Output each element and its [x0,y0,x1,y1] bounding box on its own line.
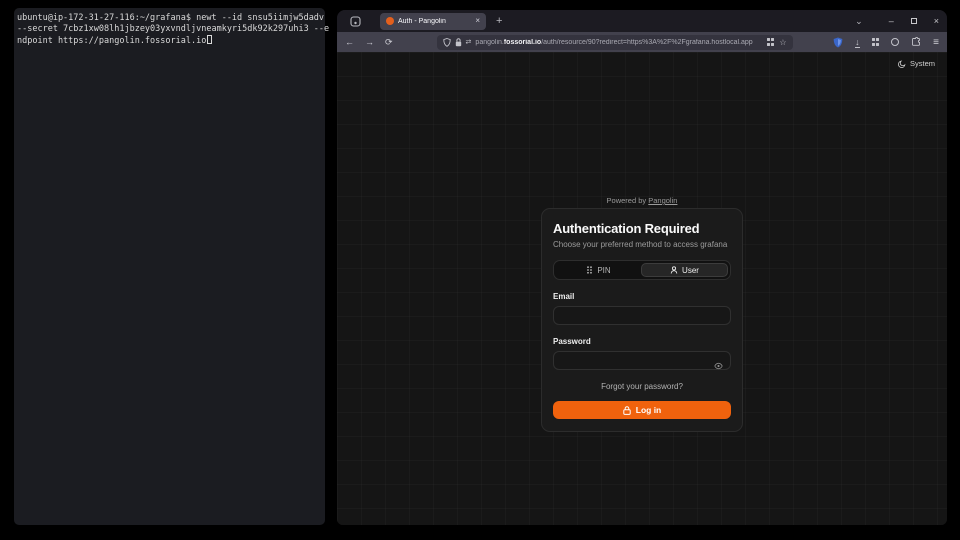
list-tabs-chevron-icon[interactable]: ⌄ [855,16,863,27]
theme-toggle[interactable]: System [898,59,935,68]
terminal-window[interactable]: ubuntu@ip-172-31-27-116:~/grafana$ newt … [14,8,325,525]
tab-user[interactable]: User [641,263,728,277]
terminal-line: ndpoint https://pangolin.fossorial.io [17,35,322,47]
show-password-eye-icon[interactable] [714,357,723,375]
close-window-button[interactable]: × [934,16,939,26]
password-input[interactable] [553,351,731,370]
address-bar[interactable]: ⇄ pangolin.fossorial.io/auth/resource/90… [437,35,793,50]
urlbar-end-icons: ☆ [767,38,787,47]
auth-method-tabs: PIN User [553,260,731,280]
window-controls: – × [889,16,939,26]
forward-button[interactable]: → [365,38,374,47]
tab-pin-label: PIN [597,266,610,275]
card-subtitle: Choose your preferred method to access g… [553,240,731,249]
terminal-line: ubuntu@ip-172-31-27-116:~/grafana$ newt … [17,13,322,24]
toolbar-right-icons: ↓ ≡ [833,37,939,48]
ublock-shield-icon[interactable] [833,37,843,48]
pangolin-link[interactable]: Pangolin [648,196,677,205]
tab-close-icon[interactable]: × [475,17,480,25]
url-text: pangolin.fossorial.io/auth/resource/90?r… [475,39,762,46]
tab-user-label: User [682,266,699,275]
login-button-label: Log in [636,405,662,415]
login-lock-icon [623,406,631,415]
https-lock-icon[interactable] [455,38,462,47]
email-input[interactable] [553,306,731,325]
powered-by: Powered by Pangolin [337,196,947,205]
menu-hamburger-icon[interactable]: ≡ [933,37,939,48]
back-button[interactable]: ← [345,38,354,47]
tab-title: Auth - Pangolin [398,18,471,25]
theme-toggle-label: System [910,59,935,68]
extensions-puzzle-icon[interactable] [911,37,921,47]
email-label: Email [553,292,731,301]
password-label: Password [553,337,731,346]
bookmark-star-icon[interactable]: ☆ [779,38,786,47]
maximize-button[interactable] [911,18,917,24]
keypad-icon [586,266,593,274]
card-title: Authentication Required [553,221,731,236]
adblock-circle-icon[interactable] [891,38,899,46]
forgot-password-link[interactable]: Forgot your password? [553,382,731,391]
user-icon [670,266,678,274]
downloads-icon[interactable]: ↓ [855,37,860,48]
browser-window: Auth - Pangolin × + ⌄ – × ← → ⟳ ⇄ pangol… [337,10,947,525]
moon-icon [898,60,906,68]
terminal-cursor [207,35,212,44]
auth-card: Authentication Required Choose your pref… [541,208,743,432]
apps-grid-icon[interactable] [872,38,880,46]
pangolin-favicon-icon [386,17,394,25]
page-content: System Powered by Pangolin Authenticatio… [337,52,947,525]
minimize-button[interactable]: – [889,16,894,26]
login-button[interactable]: Log in [553,401,731,419]
reload-button[interactable]: ⟳ [385,38,393,47]
browser-tab-auth-pangolin[interactable]: Auth - Pangolin × [380,13,486,30]
terminal-line: --secret 7cbz1xw08lh1jbzey03yxvndljvneam… [17,24,322,35]
tab-pin[interactable]: PIN [556,263,641,277]
browser-tab-bar: Auth - Pangolin × + ⌄ – × [337,10,947,32]
tracking-protection-shield-icon[interactable] [443,38,451,47]
new-tab-button[interactable]: + [496,16,502,27]
firefox-view-icon[interactable] [349,15,362,28]
permissions-swap-icon[interactable]: ⇄ [466,39,472,46]
containers-grid-icon[interactable] [767,38,775,46]
browser-toolbar: ← → ⟳ ⇄ pangolin.fossorial.io/auth/resou… [337,32,947,52]
